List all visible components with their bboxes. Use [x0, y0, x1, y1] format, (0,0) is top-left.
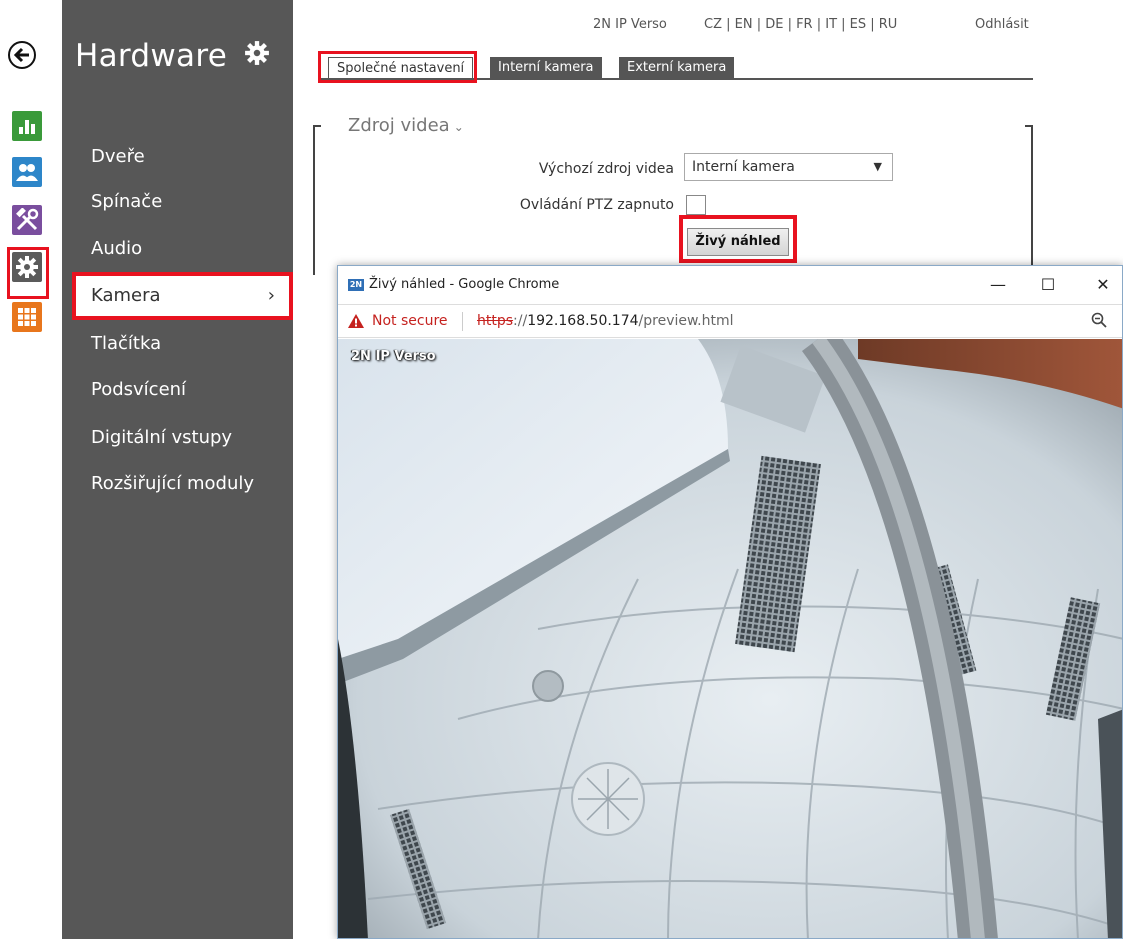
status-icon[interactable] [12, 111, 42, 141]
url-text[interactable]: https://192.168.50.174/preview.html [477, 313, 734, 329]
menu-item-digitalni-vstupy[interactable]: Digitální vstupy [62, 417, 293, 459]
address-bar[interactable]: Not secure https://192.168.50.174/previe… [338, 304, 1122, 338]
tab-external-camera[interactable]: Externí kamera [619, 57, 735, 78]
hardware-menu: Hardware Dveře Spínače Audio Kamera › Tla… [62, 0, 293, 939]
warning-icon[interactable] [347, 313, 365, 333]
ptz-checkbox[interactable] [686, 195, 706, 215]
section-title[interactable]: Zdroj videa ⌄ [348, 115, 464, 136]
tab-internal-camera[interactable]: Interní kamera [490, 57, 602, 78]
window-titlebar[interactable]: 2N Živý náhled - Google Chrome — ☐ ✕ [338, 266, 1122, 304]
live-preview-window: 2N Živý náhled - Google Chrome — ☐ ✕ Not… [337, 265, 1123, 939]
back-icon[interactable] [8, 41, 36, 69]
camera-feed: 2N IP Verso [338, 327, 1122, 938]
menu-item-rozsirujici-moduly[interactable]: Rozšiřující moduly [62, 463, 293, 505]
maximize-button[interactable]: ☐ [1028, 273, 1068, 297]
ptz-label: Ovládání PTZ zapnuto [519, 197, 674, 213]
system-icon[interactable] [12, 302, 42, 332]
default-source-label: Výchozí zdroj videa [538, 161, 674, 177]
close-button[interactable]: ✕ [1083, 273, 1122, 297]
window-title: Živý náhled - Google Chrome [369, 277, 560, 292]
video-source-section: Zdroj videa ⌄ Výchozí zdroj videa Interní… [313, 115, 1033, 275]
dropdown-arrow-icon: ▼ [873, 160, 882, 173]
device-name: 2N IP Verso [593, 17, 667, 32]
minimize-button[interactable]: — [978, 273, 1018, 297]
zoom-icon[interactable] [1090, 311, 1108, 333]
menu-item-audio[interactable]: Audio [62, 228, 293, 270]
default-source-select[interactable]: Interní kamera ▼ [684, 153, 893, 181]
favicon-icon: 2N [348, 279, 364, 291]
icon-rail [0, 0, 60, 939]
language-switcher[interactable]: CZ | EN | DE | FR | IT | ES | RU [704, 17, 897, 32]
address-separator [462, 312, 463, 331]
tab-highlight [318, 51, 477, 83]
directory-icon[interactable] [12, 157, 42, 187]
camera-overlay-label: 2N IP Verso [351, 349, 436, 364]
hardware-highlight [7, 247, 49, 299]
gear-icon [244, 40, 270, 70]
not-secure-label[interactable]: Not secure [372, 313, 448, 329]
logout-link[interactable]: Odhlásit [975, 17, 1029, 32]
menu-title: Hardware [75, 38, 228, 74]
kamera-highlight [72, 272, 293, 320]
services-icon[interactable] [12, 205, 42, 235]
preview-button-highlight [679, 215, 797, 263]
menu-item-spinace[interactable]: Spínače [62, 181, 293, 223]
camera-image [338, 327, 1122, 938]
menu-item-dvere[interactable]: Dveře [62, 136, 293, 178]
menu-item-podsviceni[interactable]: Podsvícení [62, 369, 293, 411]
menu-item-tlacitka[interactable]: Tlačítka [62, 323, 293, 365]
chevron-down-icon: ⌄ [453, 120, 464, 134]
